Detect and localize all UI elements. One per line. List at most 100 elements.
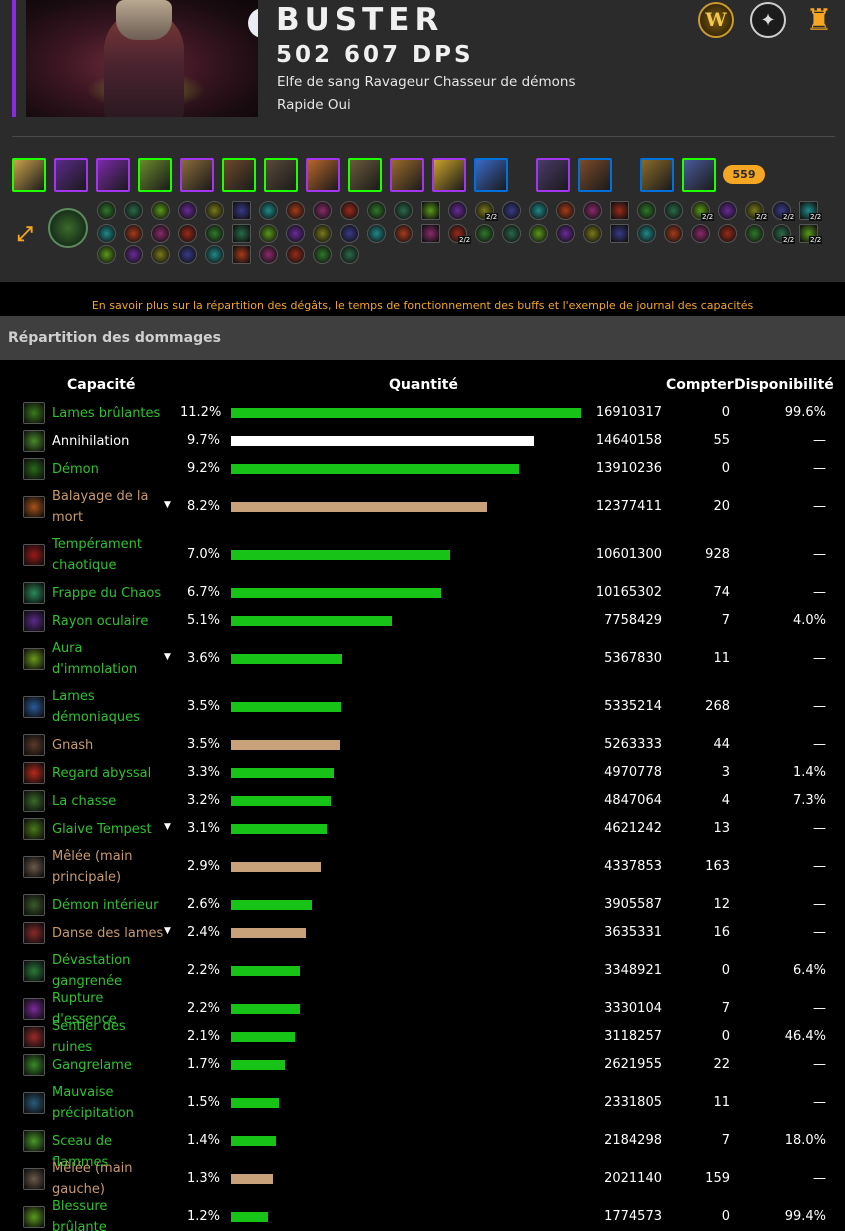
ability-name[interactable]: Gnash — [52, 735, 164, 756]
ability-name[interactable]: Dévastation gangrenée — [52, 950, 164, 992]
ring1-gear-icon[interactable] — [432, 158, 466, 192]
talent-icon[interactable] — [394, 224, 413, 243]
hands-gear-icon[interactable] — [264, 158, 298, 192]
ability-name[interactable]: Glaive Tempest — [52, 819, 164, 840]
talent-icon[interactable] — [421, 201, 440, 220]
talent-icon[interactable] — [232, 245, 251, 264]
back-gear-icon[interactable] — [138, 158, 172, 192]
talent-icon[interactable] — [394, 201, 413, 220]
talent-icon[interactable] — [313, 224, 332, 243]
talent-icon[interactable] — [232, 224, 251, 243]
talent-icon[interactable] — [286, 245, 305, 264]
column-header-count[interactable]: Compter — [666, 377, 734, 393]
talent-icon[interactable] — [583, 224, 602, 243]
warcraftlogs-icon[interactable]: ♜ — [801, 2, 837, 38]
talent-icon[interactable] — [664, 201, 683, 220]
talent-icon[interactable] — [205, 201, 224, 220]
ability-name[interactable]: Mêlée (main principale) — [52, 846, 164, 888]
ability-name[interactable]: Tempérament chaotique — [52, 534, 164, 576]
talent-icon[interactable] — [286, 224, 305, 243]
talent-icon[interactable] — [529, 201, 548, 220]
portrait-zoom-icon[interactable]: ⊙ — [248, 8, 258, 38]
column-header-ability[interactable]: Capacité — [67, 377, 135, 393]
neck-gear-icon[interactable] — [54, 158, 88, 192]
talent-icon[interactable] — [205, 245, 224, 264]
talent-icon[interactable] — [448, 201, 467, 220]
talent-icon[interactable] — [637, 224, 656, 243]
talent-icon[interactable] — [259, 245, 278, 264]
ability-name[interactable]: Danse des lames — [52, 923, 164, 944]
raiderio-icon[interactable]: ✦ — [750, 2, 786, 38]
talent-icon[interactable] — [556, 201, 575, 220]
talent-icon[interactable] — [178, 201, 197, 220]
talent-icon[interactable] — [340, 224, 359, 243]
talent-icon[interactable] — [718, 224, 737, 243]
mainhand-gear-icon[interactable] — [640, 158, 674, 192]
talent-icon[interactable] — [232, 201, 251, 220]
talent-icon[interactable] — [502, 201, 521, 220]
chest-gear-icon[interactable] — [180, 158, 214, 192]
ability-name[interactable]: Lames démoniaques — [52, 686, 164, 728]
ability-name[interactable]: Sentier des ruines — [52, 1016, 164, 1058]
wow-armory-icon[interactable]: W — [698, 2, 734, 38]
ability-name[interactable]: Frappe du Chaos — [52, 583, 164, 604]
talent-icon[interactable] — [97, 245, 116, 264]
expand-caret-icon[interactable]: ▼ — [164, 500, 171, 510]
talent-icon[interactable] — [178, 224, 197, 243]
shoulder-gear-icon[interactable] — [96, 158, 130, 192]
talent-icon[interactable] — [556, 224, 575, 243]
talent-icon[interactable] — [637, 201, 656, 220]
talent-icon[interactable] — [97, 201, 116, 220]
talent-icon[interactable] — [124, 245, 143, 264]
talent-icon[interactable] — [151, 201, 170, 220]
talent-icon[interactable] — [313, 201, 332, 220]
legs-gear-icon[interactable] — [348, 158, 382, 192]
column-header-amount[interactable]: Quantité — [389, 377, 458, 393]
ability-name[interactable]: Balayage de la mort — [52, 486, 164, 528]
talent-icon[interactable] — [205, 224, 224, 243]
ability-name[interactable]: Gangrelame — [52, 1055, 164, 1076]
wrist-gear-icon[interactable] — [222, 158, 256, 192]
talent-icon[interactable] — [259, 224, 278, 243]
ability-name[interactable]: Mauvaise précipitation — [52, 1082, 164, 1124]
ability-name[interactable]: Annihilation — [52, 431, 164, 452]
talent-icon[interactable] — [124, 201, 143, 220]
talent-icon[interactable] — [610, 224, 629, 243]
column-header-uptime[interactable]: Disponibilité — [734, 377, 834, 393]
talent-icon[interactable] — [691, 224, 710, 243]
talent-icon[interactable] — [286, 201, 305, 220]
talent-icon[interactable] — [313, 245, 332, 264]
expand-caret-icon[interactable]: ▼ — [164, 652, 171, 662]
talent-icon[interactable] — [124, 224, 143, 243]
talent-icon[interactable] — [502, 224, 521, 243]
ability-name[interactable]: Aura d'immolation — [52, 638, 164, 680]
talent-icon[interactable] — [745, 224, 764, 243]
waist-gear-icon[interactable] — [306, 158, 340, 192]
offhand-gear-icon[interactable] — [682, 158, 716, 192]
expand-caret-icon[interactable]: ▼ — [164, 926, 171, 936]
details-link[interactable]: En savoir plus sur la répartition des dé… — [0, 299, 845, 312]
ability-name[interactable]: Démon — [52, 459, 164, 480]
talent-icon[interactable] — [664, 224, 683, 243]
talent-icon[interactable] — [475, 224, 494, 243]
talent-icon[interactable] — [151, 245, 170, 264]
talent-icon[interactable] — [583, 201, 602, 220]
talent-icon[interactable] — [421, 224, 440, 243]
ability-name[interactable]: Regard abyssal — [52, 763, 164, 784]
ability-name[interactable]: La chasse — [52, 791, 164, 812]
head-gear-icon[interactable] — [12, 158, 46, 192]
talent-icon[interactable] — [178, 245, 197, 264]
talent-icon[interactable] — [340, 201, 359, 220]
talent-icon[interactable] — [367, 224, 386, 243]
talent-icon[interactable] — [340, 245, 359, 264]
expand-caret-icon[interactable]: ▼ — [164, 822, 171, 832]
talent-icon[interactable] — [529, 224, 548, 243]
talent-icon[interactable] — [97, 224, 116, 243]
talent-icon[interactable] — [151, 224, 170, 243]
ability-name[interactable]: Mêlée (main gauche) — [52, 1158, 164, 1200]
talent-icon[interactable] — [718, 201, 737, 220]
trinket2-gear-icon[interactable] — [578, 158, 612, 192]
feet-gear-icon[interactable] — [390, 158, 424, 192]
ability-name[interactable]: Blessure brûlante — [52, 1196, 164, 1231]
trinket1-gear-icon[interactable] — [536, 158, 570, 192]
